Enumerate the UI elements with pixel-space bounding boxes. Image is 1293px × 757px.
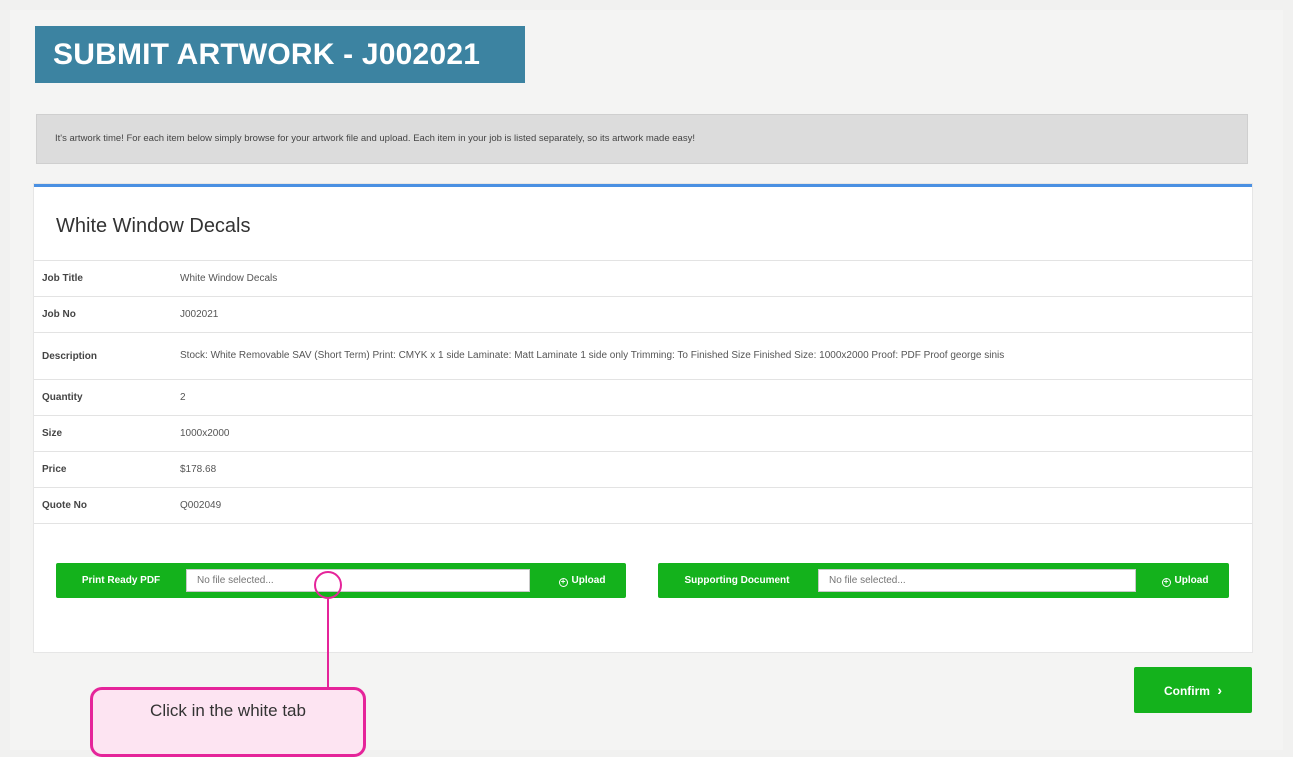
row-label: Job No [34,296,180,333]
row-label: Price [34,451,180,488]
print-ready-pdf-file-input[interactable] [186,569,530,592]
table-row: Quote No Q002049 [34,487,1252,524]
job-item-panel: White Window Decals Job Title White Wind… [34,184,1252,652]
supporting-document-upload-button[interactable]: + Upload [1141,563,1229,598]
confirm-label: Confirm [1163,684,1210,698]
item-title: White Window Decals [56,215,251,237]
table-row: Job Title White Window Decals [34,260,1252,297]
callout-highlight-circle [314,571,342,599]
confirm-button[interactable]: Confirm › [1134,667,1252,713]
table-row: Quantity 2 [34,379,1252,416]
row-label: Quote No [34,487,180,524]
chevron-right-icon: › [1217,682,1222,698]
row-value: $178.68 [180,451,1252,488]
row-value: Q002049 [180,487,1252,524]
row-value: 2 [180,379,1252,416]
row-value: White Window Decals [180,260,1252,297]
table-row: Description Stock: White Removable SAV (… [34,332,1252,380]
callout-tooltip: Click in the white tab [90,687,366,757]
info-message: It's artwork time! For each item below s… [36,114,1248,164]
table-row: Job No J002021 [34,296,1252,333]
upload-label-text: Print Ready PDF [81,575,161,586]
plus-circle-icon: + [1161,578,1171,587]
print-ready-pdf-upload-button[interactable]: + Upload [538,563,626,598]
row-label: Description [34,332,180,380]
upload-button-label: Upload [1174,575,1209,586]
row-value: J002021 [180,296,1252,333]
row-value: Stock: White Removable SAV (Short Term) … [180,332,1252,380]
row-label: Size [34,415,180,452]
table-row: Price $178.68 [34,451,1252,488]
plus-circle-icon: + [558,578,568,587]
upload-label-text: Supporting Document [684,575,790,586]
job-details-table: Job Title White Window Decals Job No J00… [34,260,1252,524]
supporting-document-file-input[interactable] [818,569,1136,592]
row-label: Quantity [34,379,180,416]
table-row: Size 1000x2000 [34,415,1252,452]
row-value: 1000x2000 [180,415,1252,452]
page-title: SUBMIT ARTWORK - J002021 [35,26,525,83]
callout-pointer-line [327,599,329,689]
row-label: Job Title [34,260,180,297]
upload-button-label: Upload [571,575,606,586]
